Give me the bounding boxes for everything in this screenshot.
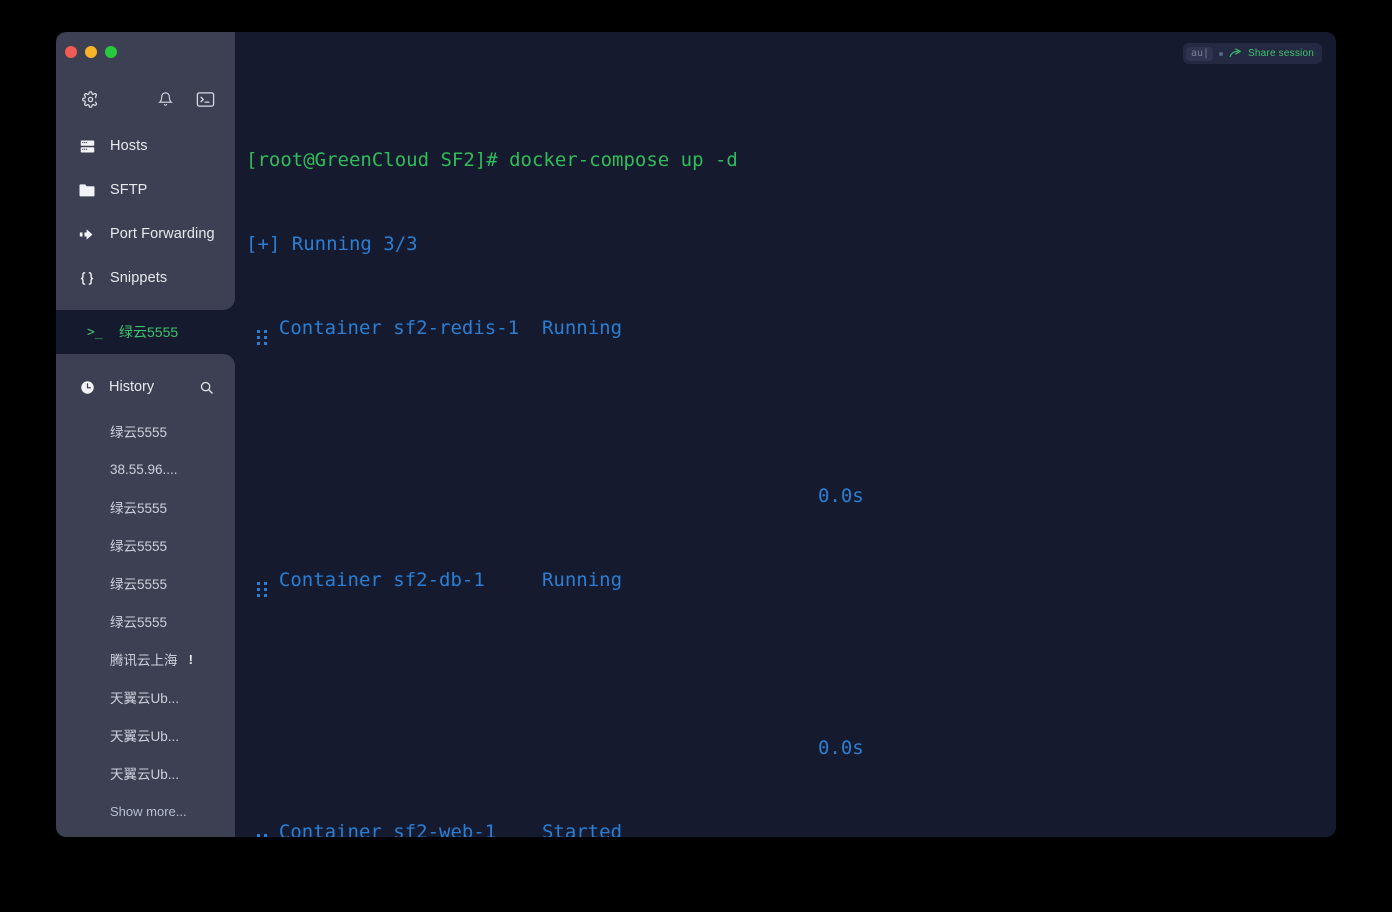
list-item[interactable]: 绿云5555	[56, 412, 235, 450]
server-icon	[78, 137, 96, 155]
spinner-dots-icon	[257, 582, 268, 597]
list-item[interactable]: 绿云5555	[56, 602, 235, 640]
history-item-label: 绿云5555	[110, 615, 168, 630]
terminal-text: 0.0s	[246, 485, 864, 507]
history-item-label: 绿云5555	[110, 577, 168, 592]
app-window: Hosts SFTP Port Forwarding Snippets >_ 绿…	[56, 32, 1336, 837]
terminal-icon[interactable]	[193, 87, 217, 111]
share-session-label: Share session	[1248, 48, 1314, 59]
terminal-line: Container sf2-web-1 Started	[246, 818, 1336, 837]
terminal-text: 0.0s	[246, 737, 864, 759]
bell-icon[interactable]	[153, 87, 177, 111]
history-header: History	[56, 366, 235, 408]
list-item[interactable]: 腾讯云上海 !	[56, 640, 235, 678]
sidebar-item-snippets[interactable]: Snippets	[56, 256, 235, 300]
history-item-label: 38.55.96....	[110, 461, 178, 477]
close-window-button[interactable]	[65, 46, 77, 58]
spinner-dots-icon	[257, 330, 268, 345]
sidebar-nav: Hosts SFTP Port Forwarding Snippets	[56, 118, 235, 302]
list-item[interactable]: 天翼云Ub...	[56, 716, 235, 754]
list-item[interactable]: 绿云5555	[56, 564, 235, 602]
terminal-text: Container sf2-web-1 Started	[267, 821, 623, 837]
history-item-label: 绿云5555	[110, 501, 168, 516]
share-session-input[interactable]: au|	[1185, 46, 1214, 61]
history-item-label: 天翼云Ub...	[110, 729, 180, 744]
sidebar-item-sftp[interactable]: SFTP	[56, 168, 235, 212]
terminal-text: [+] Running 3/3	[246, 233, 418, 255]
active-session-label: 绿云5555	[119, 324, 179, 340]
sidebar: Hosts SFTP Port Forwarding Snippets >_ 绿…	[56, 32, 235, 837]
list-item[interactable]: 绿云5555	[56, 488, 235, 526]
terminal-line: Container sf2-redis-1 Running	[246, 314, 1336, 345]
list-item[interactable]: 绿云5555	[56, 526, 235, 564]
terminal-text: Container sf2-redis-1 Running	[267, 317, 623, 339]
search-icon[interactable]	[197, 378, 215, 396]
share-status-dot	[1219, 51, 1224, 56]
arrow-right-icon	[78, 225, 96, 243]
history-item-label: 天翼云Ub...	[110, 691, 180, 706]
history-item-label: 腾讯云上海	[110, 653, 178, 668]
history-item-label: 天翼云Ub...	[110, 767, 180, 782]
prompt-icon: >_	[87, 324, 103, 340]
list-item[interactable]: 天翼云Ub...	[56, 678, 235, 716]
braces-icon	[78, 269, 96, 287]
sidebar-item-port-forwarding[interactable]: Port Forwarding	[56, 212, 235, 256]
share-arrow-icon	[1229, 48, 1242, 59]
minimize-window-button[interactable]	[85, 46, 97, 58]
gear-icon[interactable]	[78, 87, 102, 111]
history-item-label: 绿云5555	[110, 425, 168, 440]
history-show-more-label: Show more...	[110, 803, 187, 819]
window-controls	[56, 32, 235, 66]
clock-icon	[78, 378, 96, 396]
terminal-line: 0.0s	[246, 482, 1336, 510]
share-session-button[interactable]: au| Share session	[1182, 43, 1322, 64]
sidebar-item-label: Snippets	[110, 269, 168, 286]
sidebar-toolbar	[56, 80, 235, 118]
terminal-text: [root@GreenCloud SF2]# docker-compose up…	[246, 149, 738, 171]
sidebar-item-label: Port Forwarding	[110, 225, 215, 242]
sidebar-active-session[interactable]: >_ 绿云5555	[65, 310, 235, 354]
terminal-pane[interactable]: au| Share session [root@GreenCloud SF2]#…	[235, 32, 1336, 837]
sidebar-item-label: Hosts	[110, 137, 148, 154]
folder-icon	[78, 181, 96, 199]
history-show-more[interactable]: Show more...	[56, 792, 235, 830]
sidebar-item-hosts[interactable]: Hosts	[56, 124, 235, 168]
history-item-label: 绿云5555	[110, 539, 168, 554]
maximize-window-button[interactable]	[105, 46, 117, 58]
history-list: 绿云5555 38.55.96.... 绿云5555 绿云5555 绿云5555	[56, 408, 235, 830]
terminal-line: Container sf2-db-1 Running	[246, 566, 1336, 597]
terminal-output: [root@GreenCloud SF2]# docker-compose up…	[235, 32, 1336, 837]
list-item[interactable]: 天翼云Ub...	[56, 754, 235, 792]
terminal-text: Container sf2-db-1 Running	[267, 569, 623, 591]
sidebar-item-label: SFTP	[110, 181, 148, 198]
sidebar-bottom-panel: History 绿云5555 38.55.96.... 绿云5555 绿云555…	[56, 354, 235, 837]
history-item-warning: !	[188, 651, 193, 667]
terminal-line: [+] Running 3/3	[246, 230, 1336, 258]
sidebar-top-panel: Hosts SFTP Port Forwarding Snippets	[56, 32, 235, 310]
terminal-line: [root@GreenCloud SF2]# docker-compose up…	[246, 146, 1336, 174]
history-title: History	[109, 379, 155, 395]
terminal-line: 0.0s	[246, 734, 1336, 762]
spinner-dots-icon	[257, 834, 268, 837]
list-item[interactable]: 38.55.96....	[56, 450, 235, 488]
